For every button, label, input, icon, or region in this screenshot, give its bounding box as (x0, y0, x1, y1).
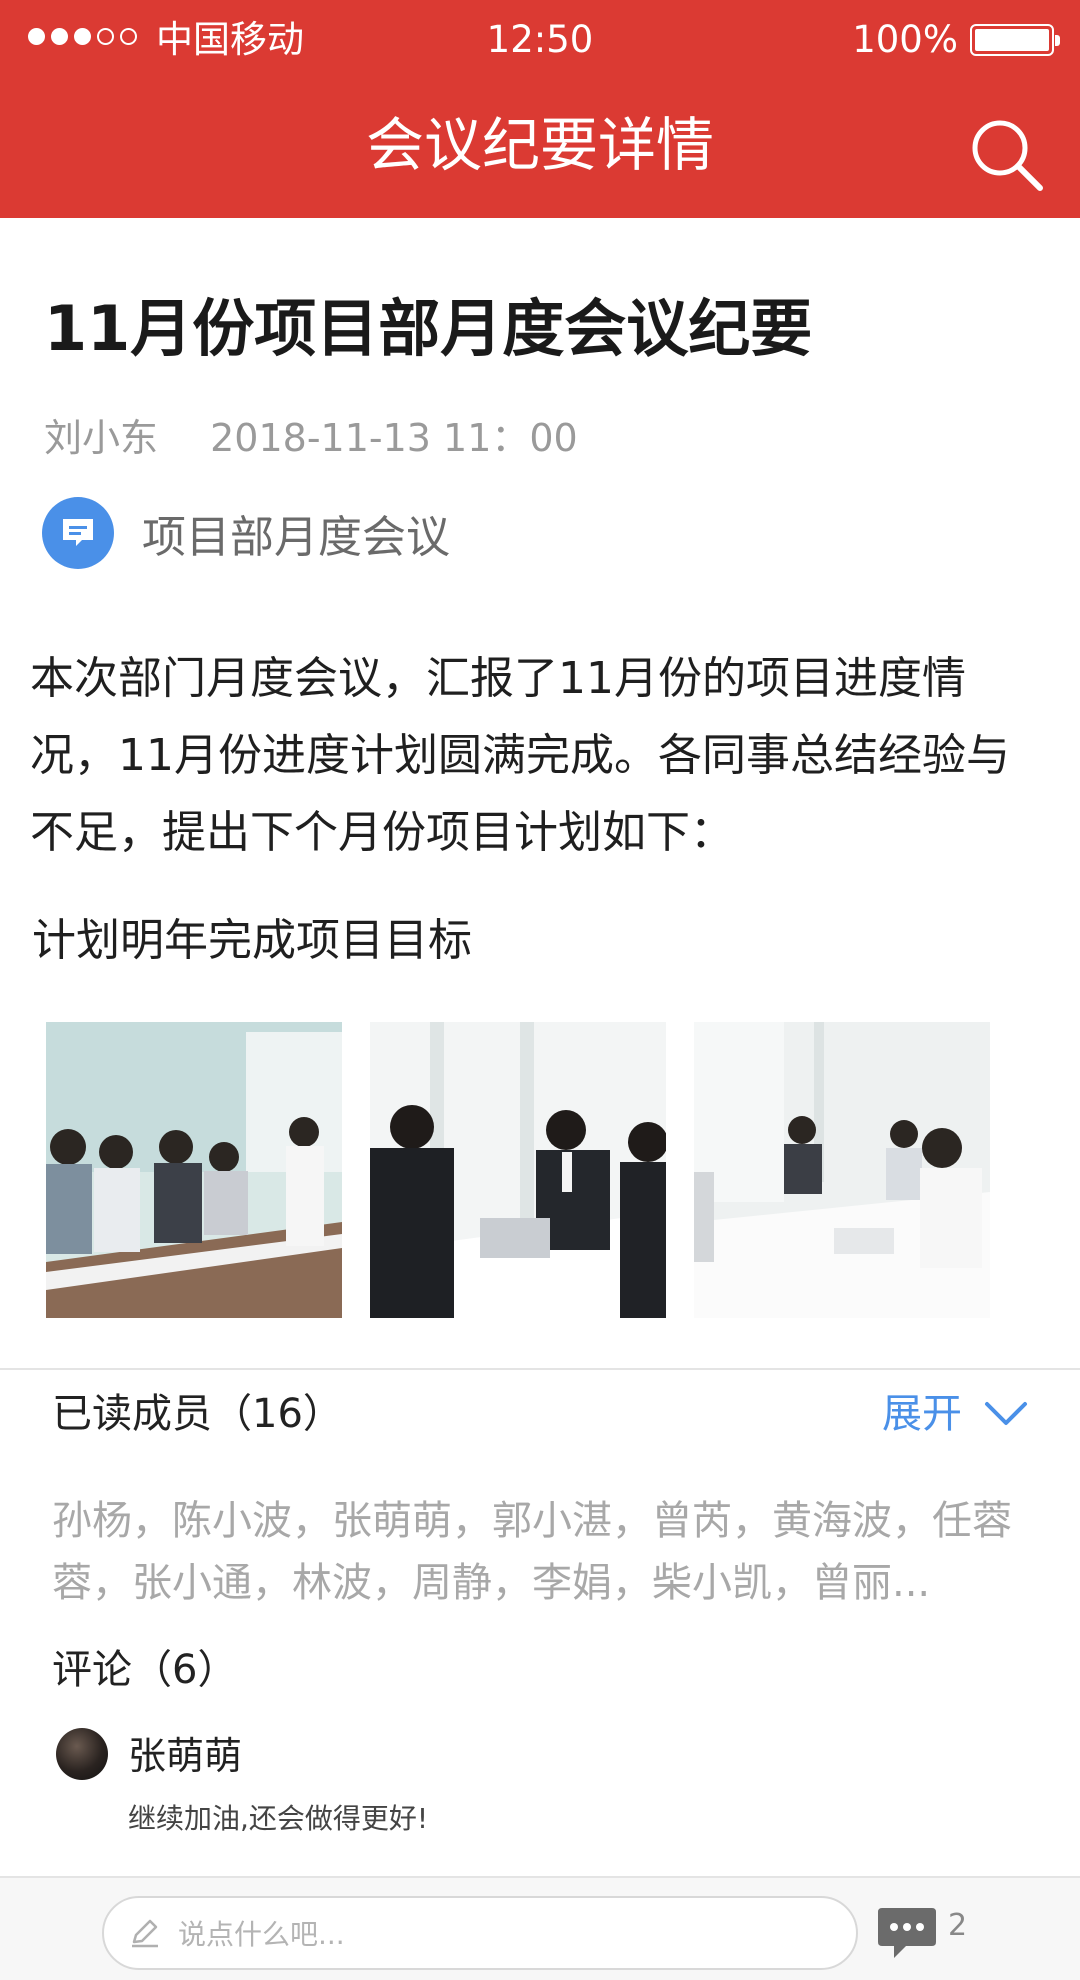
article-body: 本次部门月度会议，汇报了11月份的项目进度情况，11月份进度计划圆满完成。各同事… (30, 653, 1010, 858)
pencil-icon (132, 1919, 158, 1948)
meeting-photo-1[interactable] (46, 1022, 342, 1318)
photo-gallery (46, 1022, 990, 1318)
comment-input[interactable]: 说点什么吧... (102, 1896, 858, 1970)
comment-bubble-icon[interactable] (876, 1904, 938, 1962)
search-icon[interactable] (964, 112, 1050, 198)
status-bar: 中国移动 12:50 100% (0, 0, 1080, 80)
section-divider (0, 1368, 1080, 1370)
expand-label: 展开 (882, 1391, 962, 1437)
article-meta: 刘小东 2018-11-13 11：00 (44, 414, 578, 462)
read-members-list: 孙杨，陈小波，张萌萌，郭小湛，曾芮，黄海波，任蓉蓉，张小通，林波，周静，李娟，柴… (52, 1498, 1012, 1606)
comments-label: 评论（6） (52, 1647, 238, 1693)
bottom-bar: 说点什么吧... 2 (0, 1876, 1080, 1980)
meeting-photo-3[interactable] (694, 1022, 990, 1318)
avatar[interactable] (56, 1728, 108, 1780)
article-datetime: 2018-11-13 11：00 (210, 416, 578, 460)
comment-count: 2 (948, 1908, 968, 1943)
meeting-category[interactable]: 项目部月度会议 (42, 496, 450, 570)
article-title: 11月份项目部月度会议纪要 (44, 292, 813, 365)
comment-text: 继续加油,还会做得更好! (128, 1802, 429, 1835)
message-icon (42, 497, 114, 569)
commenter-name: 张萌萌 (128, 1734, 243, 1778)
battery-percent: 100% (852, 18, 958, 61)
article-author: 刘小东 (44, 416, 159, 460)
read-members-label: 已读成员（16） (52, 1391, 343, 1437)
article-subtext: 计划明年完成项目目标 (32, 915, 472, 966)
category-label: 项目部月度会议 (142, 512, 450, 563)
app-header: 中国移动 12:50 100% 会议纪要详情 (0, 0, 1080, 218)
page-title: 会议纪要详情 (365, 111, 714, 179)
expand-button[interactable]: 展开 (882, 1388, 1028, 1440)
battery-icon (970, 24, 1060, 56)
meeting-photo-2[interactable] (370, 1022, 666, 1318)
chevron-down-icon (985, 1402, 1027, 1425)
comment-input-placeholder: 说点什么吧... (178, 1918, 345, 1951)
